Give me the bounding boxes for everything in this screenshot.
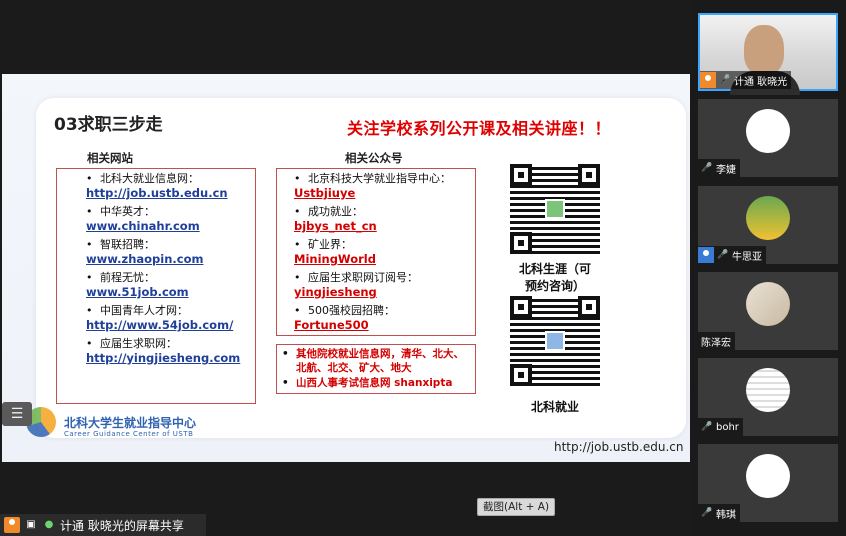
microphone-icon: ● bbox=[44, 519, 54, 530]
screen-share-icon: ▣ bbox=[26, 519, 36, 530]
participant-name: 计通 耿晓光 bbox=[734, 76, 788, 88]
other-note: • 山西人事考试信息网 shanxipta bbox=[282, 377, 453, 389]
wechat-id: MiningWorld bbox=[294, 252, 376, 266]
wechat-id: yingjiesheng bbox=[294, 285, 377, 299]
avatar bbox=[746, 454, 790, 498]
screenshot-button[interactable]: 截图(Alt + A) bbox=[477, 498, 556, 516]
meeting-window: 03求职三步走 关注学校系列公开课及相关讲座！！ 相关网站 相关公众号 • 北科大… bbox=[0, 0, 846, 536]
participant-tile[interactable]: 🎤 李婕 bbox=[698, 99, 838, 177]
website-link[interactable]: www.51job.com bbox=[86, 285, 189, 300]
participant-name: 牛思亚 bbox=[732, 251, 762, 263]
participant-tile[interactable]: 🎤 牛思亚 bbox=[698, 186, 838, 264]
avatar bbox=[746, 368, 790, 412]
logo-text-en: Career Guidance Center of USTB bbox=[64, 430, 194, 438]
website-entry: • 中国青年人才网： bbox=[86, 304, 188, 317]
wechat-entry: • 500强校园招聘： bbox=[294, 304, 395, 317]
participant-name: 韩琪 bbox=[716, 509, 736, 521]
website-entry: • 智联招聘： bbox=[86, 238, 155, 251]
screen-share-area: 03求职三步走 关注学校系列公开课及相关讲座！！ 相关网站 相关公众号 • 北科大… bbox=[0, 0, 690, 536]
participant-name-bar: 🎤 韩琪 bbox=[698, 504, 740, 522]
wechat-id: Fortune500 bbox=[294, 318, 369, 332]
microphone-muted-icon: 🎤 bbox=[701, 163, 713, 173]
website-link[interactable]: http://www.54job.com/ bbox=[86, 318, 233, 333]
slide-url: http://job.ustb.edu.cn bbox=[554, 440, 684, 454]
participant-name-bar: 陈泽宏 bbox=[698, 332, 735, 350]
other-note: • 其他院校就业信息网，清华、北大、 bbox=[282, 348, 464, 360]
participant-name: 陈泽宏 bbox=[701, 337, 731, 349]
microphone-icon: 🎤 bbox=[719, 75, 731, 85]
wechat-id: bjbys_net_cn bbox=[294, 219, 377, 233]
host-badge-icon bbox=[700, 72, 716, 88]
qr-caption-employment: 北科就业 bbox=[530, 400, 579, 414]
presentation-slide: 03求职三步走 关注学校系列公开课及相关讲座！！ 相关网站 相关公众号 • 北科大… bbox=[2, 74, 690, 462]
avatar bbox=[746, 109, 790, 153]
other-note: 北航、北交、矿大、地大 bbox=[296, 362, 412, 374]
website-entry: • 中华英才： bbox=[86, 205, 155, 218]
avatar bbox=[746, 282, 790, 326]
wechat-entry: • 北京科技大学就业指导中心： bbox=[294, 172, 451, 185]
participant-name: 李婕 bbox=[716, 164, 736, 176]
slide-headline: 关注学校系列公开课及相关讲座！！ bbox=[347, 119, 612, 138]
participant-name-bar: 🎤 李婕 bbox=[698, 159, 740, 177]
participant-name-bar: 🎤 牛思亚 bbox=[698, 246, 766, 264]
wechat-entry: • 应届生求职网订阅号： bbox=[294, 271, 418, 284]
microphone-muted-icon: 🎤 bbox=[701, 508, 713, 518]
wechat-entry: • 矿业界： bbox=[294, 238, 352, 251]
participant-name-bar: 🎤 计通 耿晓光 bbox=[700, 71, 792, 89]
logo-text-cn: 北科大学生就业指导中心 bbox=[64, 416, 197, 430]
participants-panel: 🎤 计通 耿晓光 🎤 李婕 🎤 牛思亚 陈泽宏 🎤 bohr 🎤 韩琪 bbox=[690, 0, 846, 536]
host-avatar-icon bbox=[4, 517, 20, 533]
participant-name-bar: 🎤 bohr bbox=[698, 418, 743, 436]
website-entry: • 北科大就业信息网： bbox=[86, 172, 199, 185]
website-entry: • 应届生求职网： bbox=[86, 337, 177, 350]
participant-tile[interactable]: 陈泽宏 bbox=[698, 272, 838, 350]
participant-name: bohr bbox=[716, 421, 739, 433]
menu-list-icon[interactable]: ☰ bbox=[2, 402, 32, 426]
share-status-bar: ▣ ● 计通 耿晓光的屏幕共享 bbox=[0, 514, 206, 536]
cohost-badge-icon bbox=[698, 247, 714, 263]
avatar bbox=[746, 196, 790, 240]
wechat-id: Ustbjiuye bbox=[294, 186, 356, 200]
qr-code-career bbox=[510, 164, 600, 254]
website-link[interactable]: http://yingjiesheng.com bbox=[86, 351, 240, 366]
slide-title: 03求职三步走 bbox=[54, 115, 163, 135]
website-entry: • 前程无忧： bbox=[86, 271, 155, 284]
share-status-text: 计通 耿晓光的屏幕共享 bbox=[60, 518, 184, 533]
qr-caption-career: 北科生涯（可 预约咨询） bbox=[518, 262, 591, 293]
microphone-muted-icon: 🎤 bbox=[717, 250, 729, 260]
website-link[interactable]: www.zhaopin.com bbox=[86, 252, 203, 267]
qr-code-employment bbox=[510, 296, 600, 386]
participant-tile[interactable]: 🎤 计通 耿晓光 bbox=[698, 13, 838, 95]
website-link[interactable]: www.chinahr.com bbox=[86, 219, 200, 234]
wechat-label: 相关公众号 bbox=[345, 151, 403, 165]
participant-tile[interactable]: 🎤 bohr bbox=[698, 358, 838, 436]
website-link[interactable]: http://job.ustb.edu.cn bbox=[86, 186, 228, 201]
participant-tile[interactable]: 🎤 韩琪 bbox=[698, 444, 838, 522]
microphone-muted-icon: 🎤 bbox=[701, 422, 713, 432]
wechat-entry: • 成功就业： bbox=[294, 205, 363, 218]
websites-label: 相关网站 bbox=[87, 151, 133, 165]
